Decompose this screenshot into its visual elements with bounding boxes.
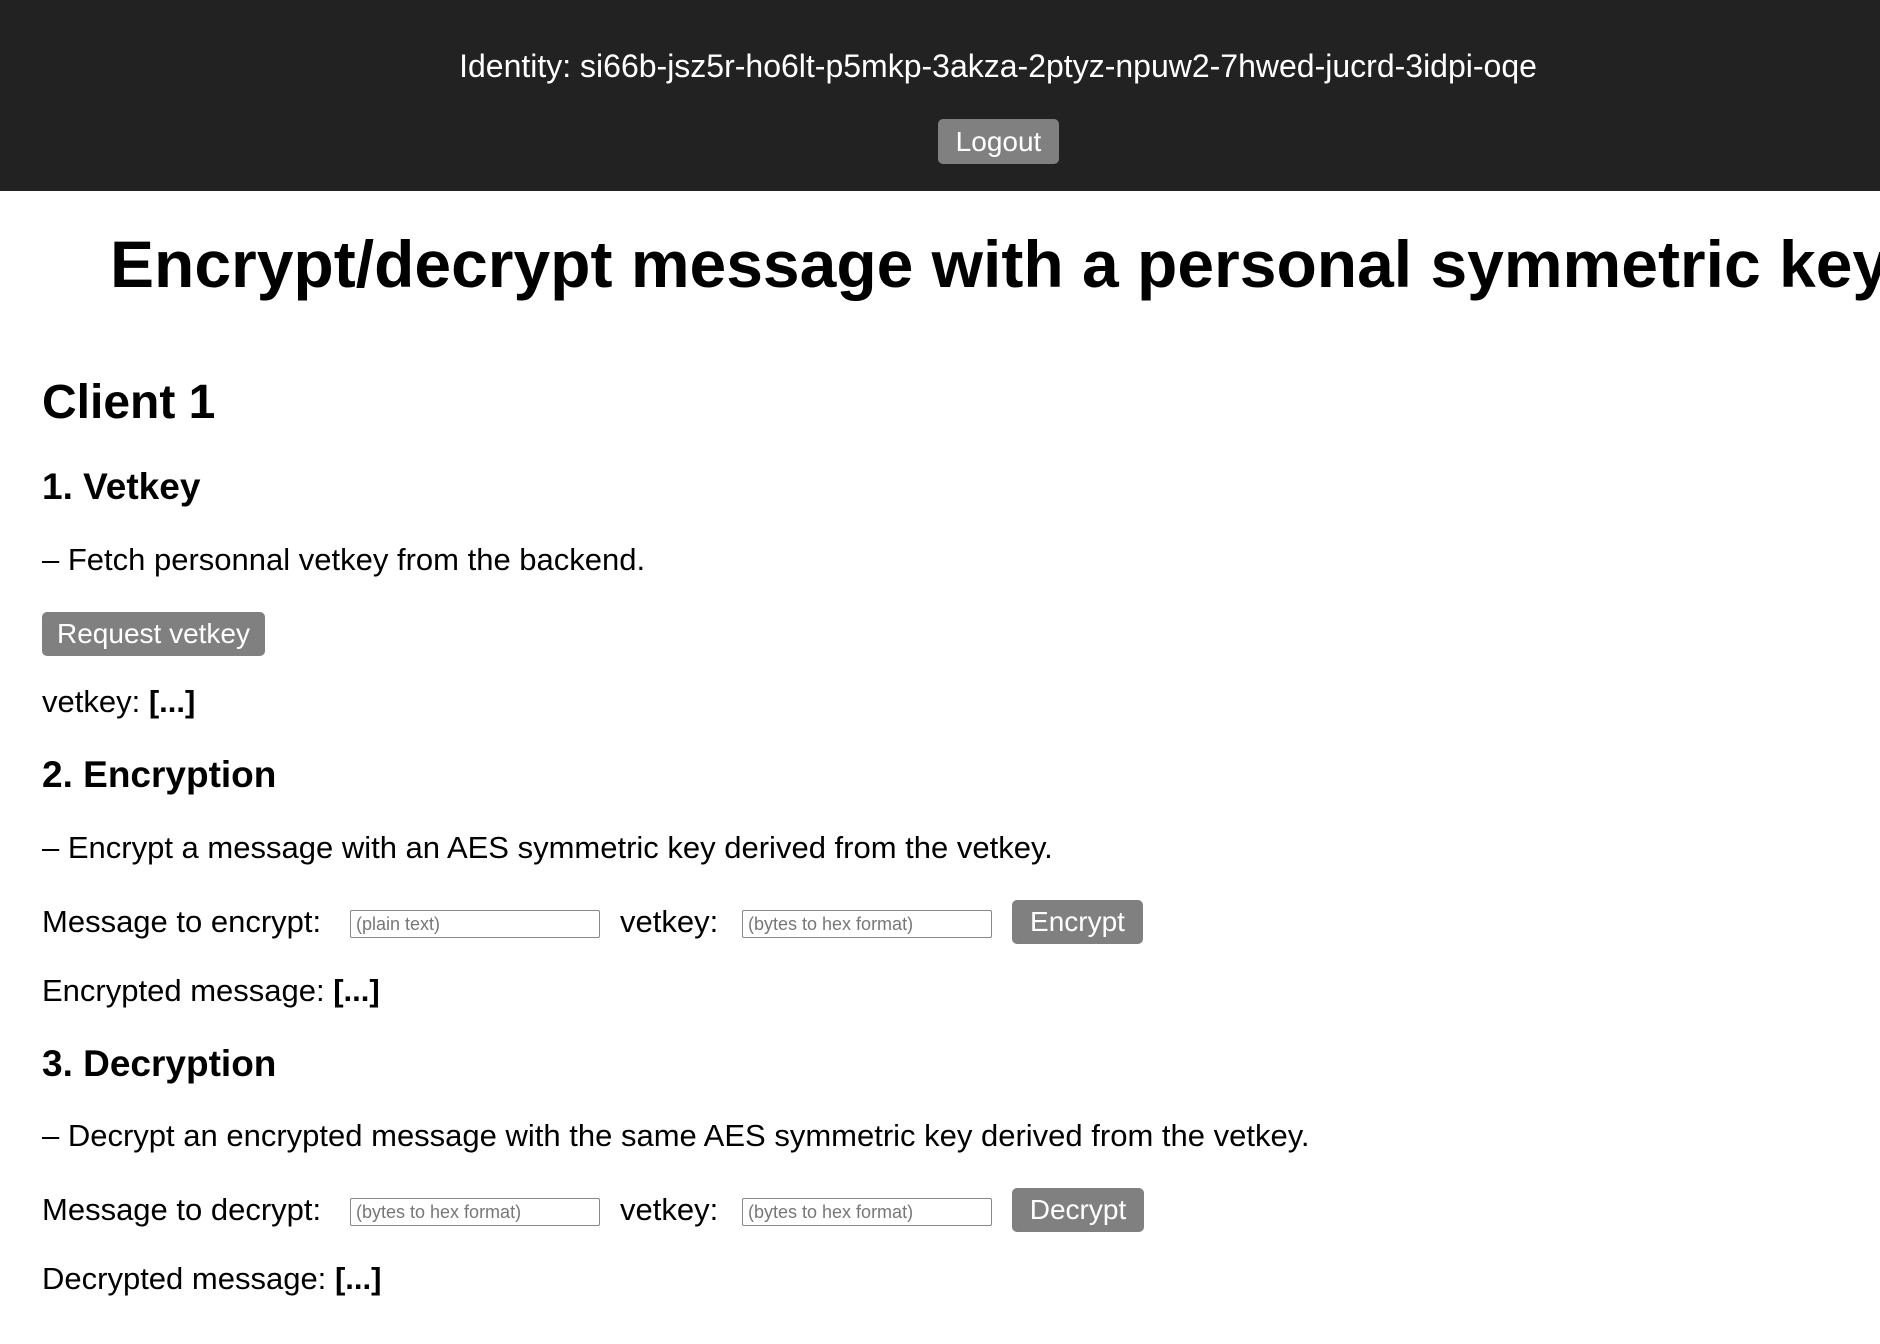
logout-button[interactable]: Logout [938, 119, 1059, 164]
encryption-heading: 2. Encryption [42, 754, 277, 795]
decrypt-vetkey-label: vetkey: [620, 1192, 719, 1227]
encrypted-result: Encrypted message: [...] [42, 973, 380, 1009]
encryption-description: – Encrypt a message with an AES symmetri… [42, 830, 1053, 865]
message-to-encrypt-label: Message to encrypt: [42, 904, 322, 939]
message-to-decrypt-input[interactable] [350, 1198, 600, 1226]
decrypt-button[interactable]: Decrypt [1012, 1188, 1144, 1232]
decryption-description: – Decrypt an encrypted message with the … [42, 1118, 1310, 1153]
decrypt-vetkey-input[interactable] [742, 1198, 992, 1226]
decrypted-result-label: Decrypted message: [42, 1261, 327, 1296]
page-title: Encrypt/decrypt message with a personal … [110, 227, 1880, 301]
vetkey-heading: 1. Vetkey [42, 466, 201, 507]
request-vetkey-button[interactable]: Request vetkey [42, 612, 265, 656]
vetkey-result: vetkey: [...] [42, 684, 195, 720]
top-header: Identity: si66b-jsz5r-ho6lt-p5mkp-3akza-… [0, 0, 1880, 191]
client-title: Client 1 [42, 376, 216, 429]
decrypted-result: Decrypted message: [...] [42, 1261, 381, 1297]
encrypt-button[interactable]: Encrypt [1012, 900, 1143, 944]
decrypted-result-value: [...] [334, 1261, 382, 1296]
encrypt-vetkey-input[interactable] [742, 910, 992, 938]
encrypted-result-value: [...] [333, 973, 380, 1008]
encrypt-vetkey-label: vetkey: [620, 904, 719, 939]
vetkey-description: – Fetch personnal vetkey from the backen… [42, 542, 646, 577]
encrypted-result-label: Encrypted message: [42, 973, 325, 1008]
message-to-encrypt-input[interactable] [350, 910, 600, 938]
decryption-heading: 3. Decryption [42, 1043, 277, 1084]
vetkey-result-label: vetkey: [42, 684, 141, 719]
identity-text: Identity: si66b-jsz5r-ho6lt-p5mkp-3akza-… [459, 48, 1537, 84]
message-to-decrypt-label: Message to decrypt: [42, 1192, 322, 1227]
vetkey-result-value: [...] [148, 684, 196, 719]
